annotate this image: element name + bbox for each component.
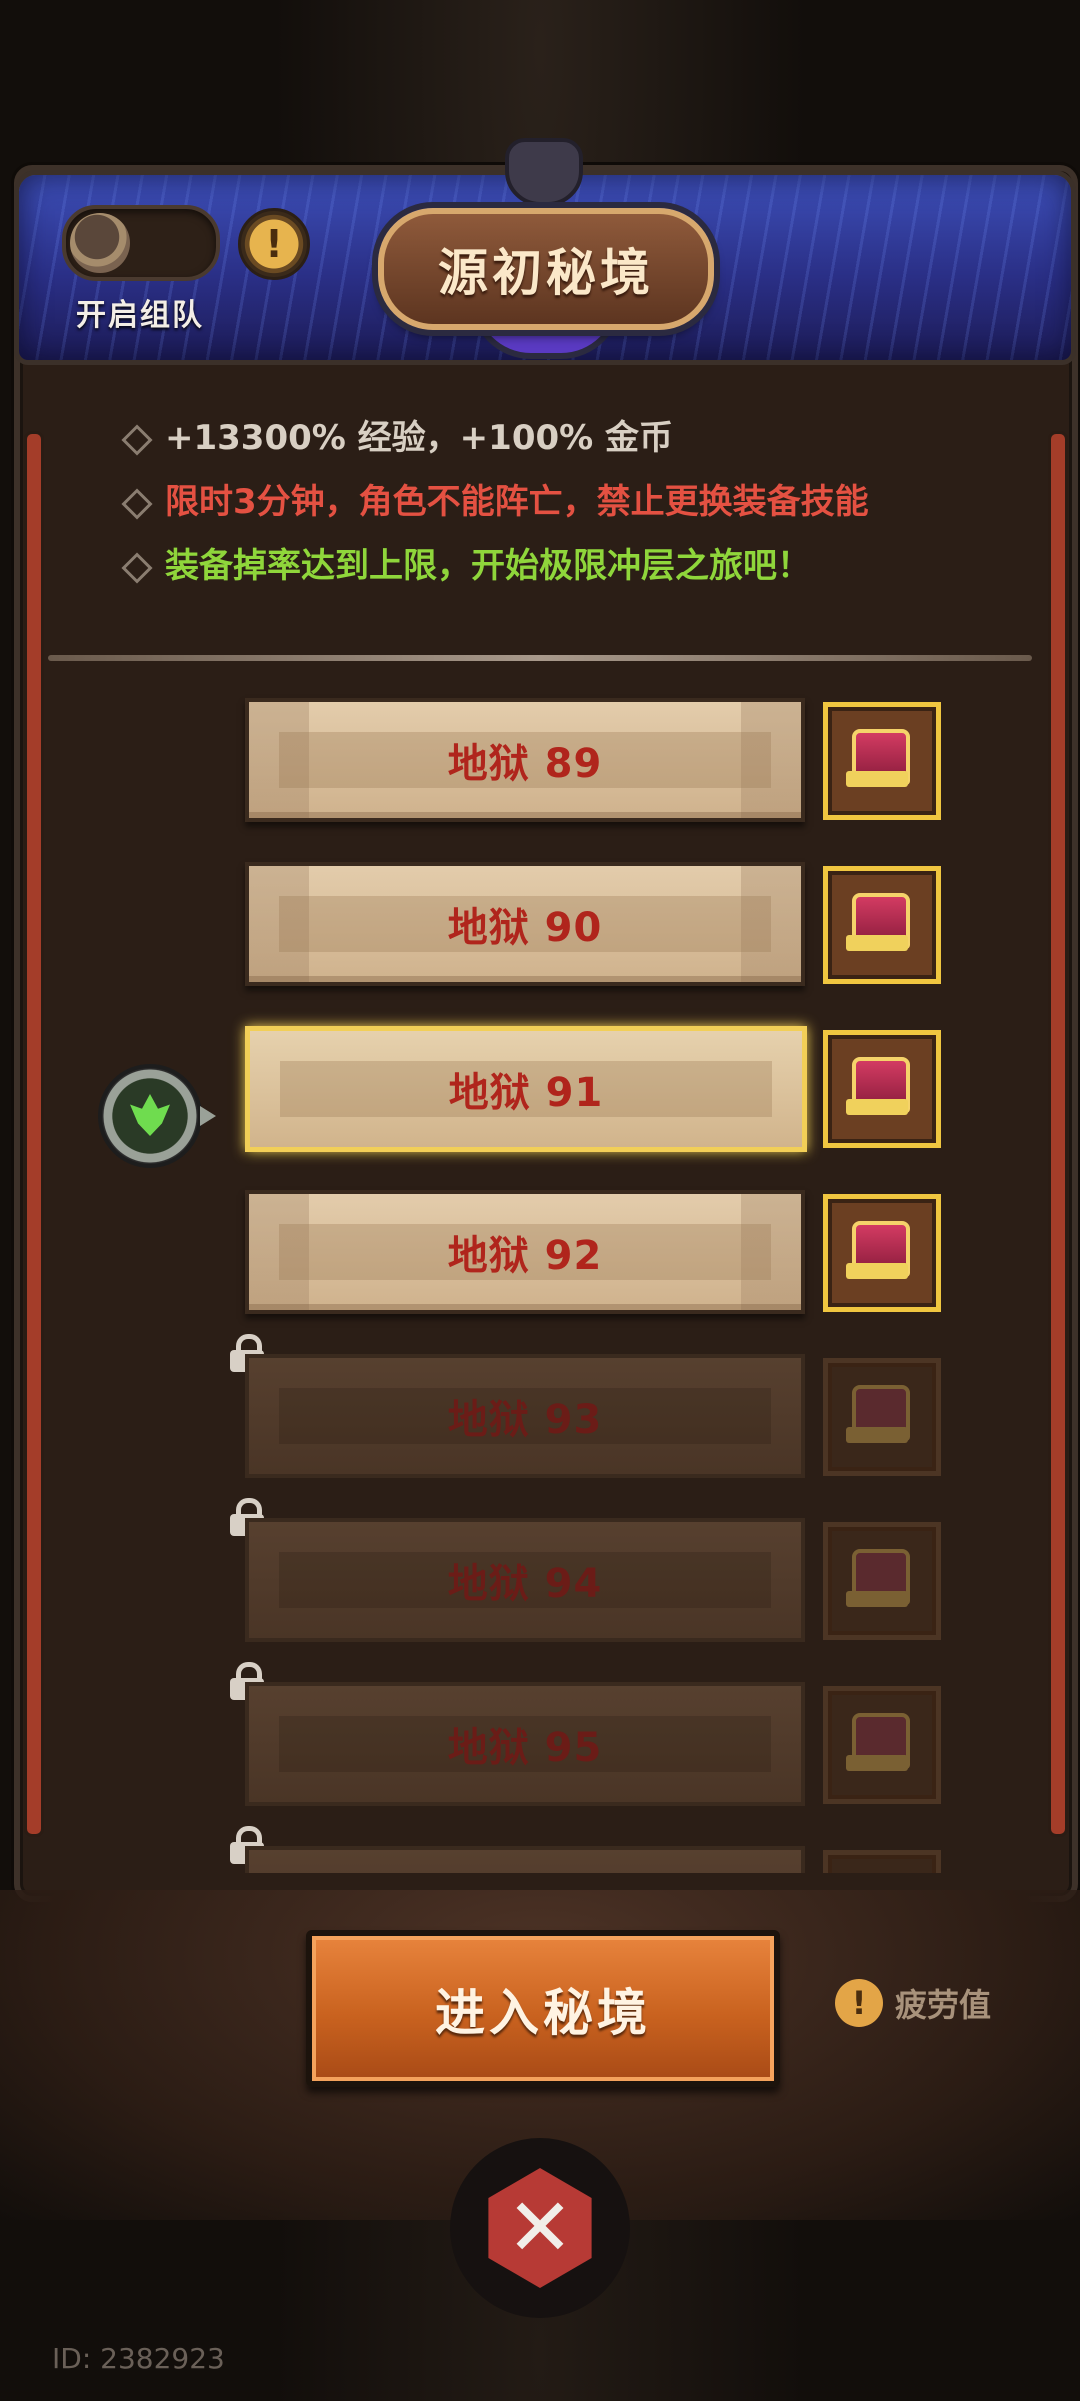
reward-chest-icon[interactable] xyxy=(823,1850,941,1873)
right-side-bar xyxy=(1048,431,1068,1837)
info-text-rules: 限时3分钟，角色不能阵亡，禁止更换装备技能 xyxy=(165,482,869,522)
fatigue-info-icon: ! xyxy=(835,1979,883,2027)
chest-base xyxy=(846,1591,908,1607)
info-text-drop: 装备掉率达到上限，开始极限冲层之旅吧！ xyxy=(165,546,811,586)
floor-plate-selected[interactable]: 地狱 91 xyxy=(245,1026,807,1152)
bullet-icon xyxy=(121,424,153,456)
chest-base xyxy=(846,1099,908,1115)
team-toggle[interactable] xyxy=(62,205,220,281)
info-line: 装备掉率达到上限，开始极限冲层之旅吧！ xyxy=(120,540,1000,604)
floor-label: 地狱 92 xyxy=(447,1233,603,1279)
user-id: ID: 2382923 xyxy=(52,2342,225,2375)
floor-label: 地狱 93 xyxy=(447,1397,603,1443)
floor-label: 地狱 90 xyxy=(447,905,603,951)
floor-row[interactable]: 地狱 92 xyxy=(40,1190,1040,1314)
reward-chest-icon[interactable] xyxy=(823,866,941,984)
reward-chest-icon[interactable] xyxy=(823,1522,941,1640)
floor-label: 地狱 91 xyxy=(448,1070,604,1116)
floor-row[interactable]: 地狱 90 xyxy=(40,862,1040,1168)
chest-base xyxy=(846,1427,908,1443)
chest-base xyxy=(846,935,908,951)
info-block: +13300% 经验，+100% 金币 限时3分钟，角色不能阵亡，禁止更换装备技… xyxy=(120,412,1000,604)
bullet-icon xyxy=(121,552,153,584)
reward-chest-icon[interactable] xyxy=(823,1194,941,1312)
bullet-icon xyxy=(121,488,153,520)
floor-plate[interactable]: 地狱 92 xyxy=(245,1190,805,1314)
reward-chest-icon[interactable] xyxy=(823,1358,941,1476)
chest-base xyxy=(846,1755,908,1771)
floor-plate[interactable]: 地狱 89 xyxy=(245,698,805,822)
chest-base xyxy=(846,771,908,787)
toggle-knob xyxy=(70,213,130,273)
reward-chest-icon[interactable] xyxy=(823,702,941,820)
floor-row[interactable]: 地狱 89 xyxy=(40,698,1040,822)
floor-plate[interactable]: 地狱 95 xyxy=(245,1682,805,1806)
close-icon: ✕ xyxy=(506,2181,574,2274)
divider xyxy=(48,655,1032,661)
floor-plate[interactable]: 地狱 90 xyxy=(245,862,805,986)
floor-label: 地狱 89 xyxy=(447,741,603,787)
fatigue-indicator[interactable]: ! 疲劳值 xyxy=(835,1978,991,2028)
page-title: 源初秘境 xyxy=(438,244,654,302)
enter-realm-button[interactable]: 进入秘境 xyxy=(306,1930,780,2087)
info-text-bonus: +13300% 经验，+100% 金币 xyxy=(165,418,674,458)
info-icon[interactable]: ! xyxy=(238,208,310,280)
skull-crest-icon xyxy=(505,138,583,206)
team-toggle-label: 开启组队 xyxy=(76,298,204,333)
reward-chest-icon[interactable] xyxy=(823,1030,941,1148)
floor-plate[interactable]: 地狱 93 xyxy=(245,1354,805,1478)
info-line: +13300% 经验，+100% 金币 xyxy=(120,412,1000,476)
floor-row-locked-partial[interactable] xyxy=(40,1826,1040,1873)
chest-base xyxy=(846,1263,908,1279)
floor-label: 地狱 94 xyxy=(447,1561,603,1607)
info-line: 限时3分钟，角色不能阵亡，禁止更换装备技能 xyxy=(120,476,1000,540)
floor-label: 地狱 95 xyxy=(447,1725,603,1771)
floor-row-locked[interactable]: 地狱 93 xyxy=(40,1334,1040,1478)
floor-row[interactable]: 地狱 91 xyxy=(40,1026,1040,1152)
reward-chest-icon[interactable] xyxy=(823,1686,941,1804)
title-plate: 源初秘境 xyxy=(378,208,714,330)
floor-row-locked[interactable]: 地狱 94 xyxy=(40,1498,1040,1642)
floor-list[interactable]: 地狱 89 地狱 90 地狱 91 地狱 92 地狱 93 地狱 94 地狱 9… xyxy=(40,668,1040,1873)
fatigue-label: 疲劳值 xyxy=(895,1986,992,2024)
floor-row-locked[interactable]: 地狱 95 xyxy=(40,1662,1040,1806)
enter-realm-label: 进入秘境 xyxy=(435,1983,651,2042)
floor-plate[interactable] xyxy=(245,1846,805,1873)
floor-plate[interactable]: 地狱 94 xyxy=(245,1518,805,1642)
